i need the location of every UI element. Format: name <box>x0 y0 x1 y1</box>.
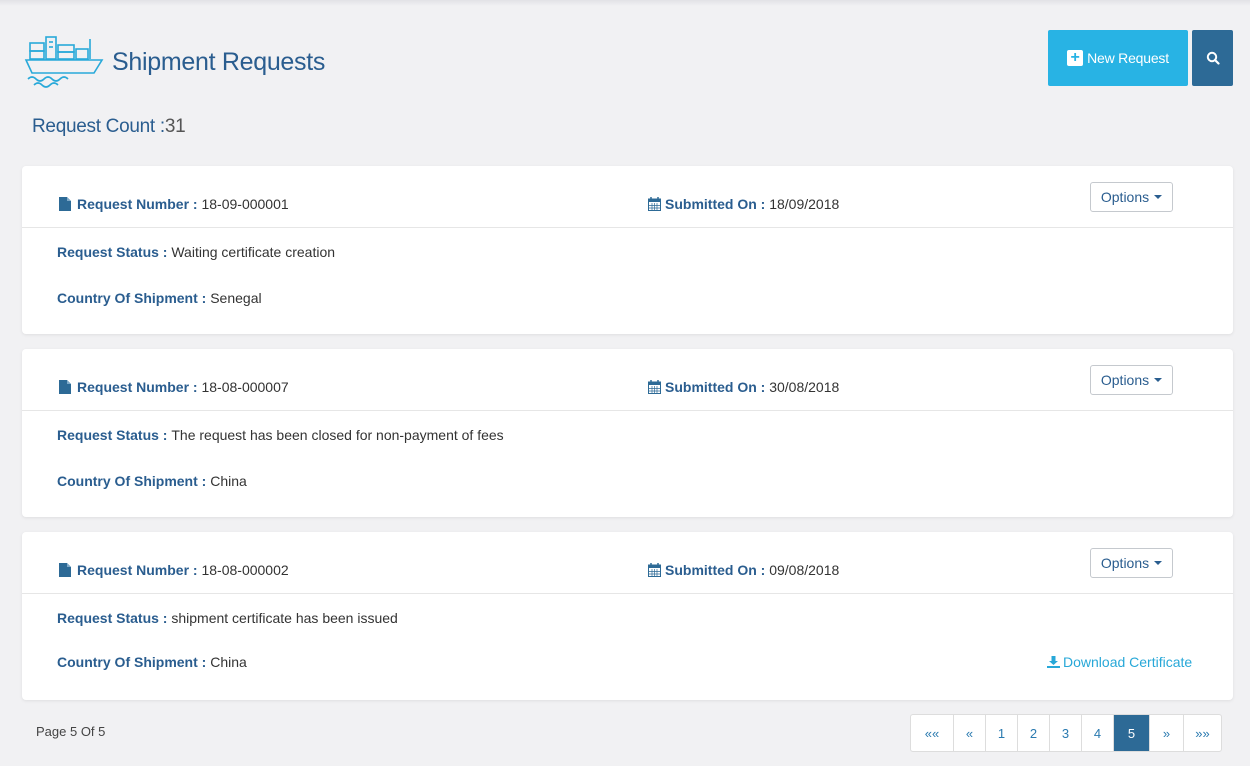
request-status: Request Status : Waiting certificate cre… <box>57 244 335 260</box>
request-status-label: Request Status : <box>57 244 168 260</box>
plus-icon: + <box>1067 50 1084 66</box>
new-request-button[interactable]: + New Request <box>1048 30 1188 86</box>
country-of-shipment: Country Of Shipment : China <box>57 654 247 670</box>
request-status-value: The request has been closed for non-paym… <box>171 427 504 443</box>
pagination-page[interactable]: 2 <box>1017 715 1049 751</box>
options-button[interactable]: Options <box>1090 548 1173 578</box>
request-number: Request Number : 18-09-000001 <box>59 196 289 212</box>
pagination-prev[interactable]: « <box>953 715 985 751</box>
request-count-value: 31 <box>164 116 186 137</box>
options-button[interactable]: Options <box>1090 365 1173 395</box>
pagination-next[interactable]: » <box>1149 715 1183 751</box>
pagination-page-current[interactable]: 5 <box>1113 715 1149 751</box>
pagination: «« « 1 2 3 4 5 » »» <box>910 714 1222 752</box>
caret-down-icon <box>1154 195 1163 199</box>
search-button[interactable] <box>1192 30 1233 86</box>
request-number-value: 18-09-000001 <box>201 196 289 212</box>
options-label: Options <box>1100 189 1150 205</box>
pagination-page[interactable]: 4 <box>1081 715 1113 751</box>
calendar-icon <box>648 197 661 211</box>
request-status-value: Waiting certificate creation <box>171 244 336 260</box>
request-count: Request Count :31 <box>32 116 186 138</box>
request-number-value: 18-08-000007 <box>201 379 289 395</box>
country-of-shipment: Country Of Shipment : China <box>57 473 247 489</box>
topbar-shadow <box>0 0 1250 6</box>
request-number: Request Number : 18-08-000007 <box>59 379 289 395</box>
submitted-on-value: 18/09/2018 <box>769 196 840 212</box>
request-number-value: 18-08-000002 <box>201 562 289 578</box>
pagination-first[interactable]: «« <box>911 715 953 751</box>
request-number-label: Request Number : <box>77 562 198 578</box>
submitted-on: Submitted On : 09/08/2018 <box>648 562 839 578</box>
submitted-on-label: Submitted On : <box>665 196 766 212</box>
country-of-shipment: Country Of Shipment : Senegal <box>57 290 262 306</box>
card-header: Request Number : 18-08-000002 Submitted … <box>22 532 1233 594</box>
new-request-label: New Request <box>1087 50 1169 66</box>
request-status-label: Request Status : <box>57 427 168 443</box>
request-status: Request Status : shipment certificate ha… <box>57 610 398 626</box>
pagination-page[interactable]: 1 <box>985 715 1017 751</box>
calendar-icon <box>648 563 661 577</box>
request-count-label: Request Count : <box>32 116 165 137</box>
request-status: Request Status : The request has been cl… <box>57 427 504 443</box>
submitted-on-value: 30/08/2018 <box>769 379 840 395</box>
country-label: Country Of Shipment : <box>57 290 207 306</box>
file-icon <box>59 380 71 394</box>
country-value: China <box>210 654 247 670</box>
request-card: Request Number : 18-08-000002 Submitted … <box>22 532 1233 700</box>
download-certificate-label: Download Certificate <box>1063 654 1193 670</box>
caret-down-icon <box>1154 561 1163 565</box>
request-card: Request Number : 18-09-000001 Submitted … <box>22 166 1233 334</box>
request-card: Request Number : 18-08-000007 Submitted … <box>22 349 1233 517</box>
pagination-last[interactable]: »» <box>1183 715 1221 751</box>
request-status-label: Request Status : <box>57 610 168 626</box>
submitted-on: Submitted On : 30/08/2018 <box>648 379 839 395</box>
request-number-label: Request Number : <box>77 196 198 212</box>
submitted-on: Submitted On : 18/09/2018 <box>648 196 839 212</box>
submitted-on-value: 09/08/2018 <box>769 562 840 578</box>
options-label: Options <box>1100 555 1150 571</box>
page-indicator: Page 5 Of 5 <box>36 724 106 739</box>
download-icon <box>1047 656 1060 668</box>
search-icon <box>1206 51 1220 65</box>
submitted-on-label: Submitted On : <box>665 379 766 395</box>
calendar-icon <box>648 380 661 394</box>
request-status-value: shipment certificate has been issued <box>171 610 398 626</box>
ship-icon <box>24 36 104 88</box>
download-certificate-link[interactable]: Download Certificate <box>1047 654 1192 670</box>
country-value: China <box>210 473 247 489</box>
country-label: Country Of Shipment : <box>57 473 207 489</box>
country-label: Country Of Shipment : <box>57 654 207 670</box>
page-header: Shipment Requests <box>22 32 325 92</box>
pagination-page[interactable]: 3 <box>1049 715 1081 751</box>
options-button[interactable]: Options <box>1090 182 1173 212</box>
options-label: Options <box>1100 372 1150 388</box>
request-number-label: Request Number : <box>77 379 198 395</box>
submitted-on-label: Submitted On : <box>665 562 766 578</box>
request-number: Request Number : 18-08-000002 <box>59 562 289 578</box>
file-icon <box>59 563 71 577</box>
file-icon <box>59 197 71 211</box>
caret-down-icon <box>1154 378 1163 382</box>
card-header: Request Number : 18-08-000007 Submitted … <box>22 349 1233 411</box>
card-header: Request Number : 18-09-000001 Submitted … <box>22 166 1233 228</box>
country-value: Senegal <box>210 290 262 306</box>
page-title: Shipment Requests <box>112 47 326 76</box>
